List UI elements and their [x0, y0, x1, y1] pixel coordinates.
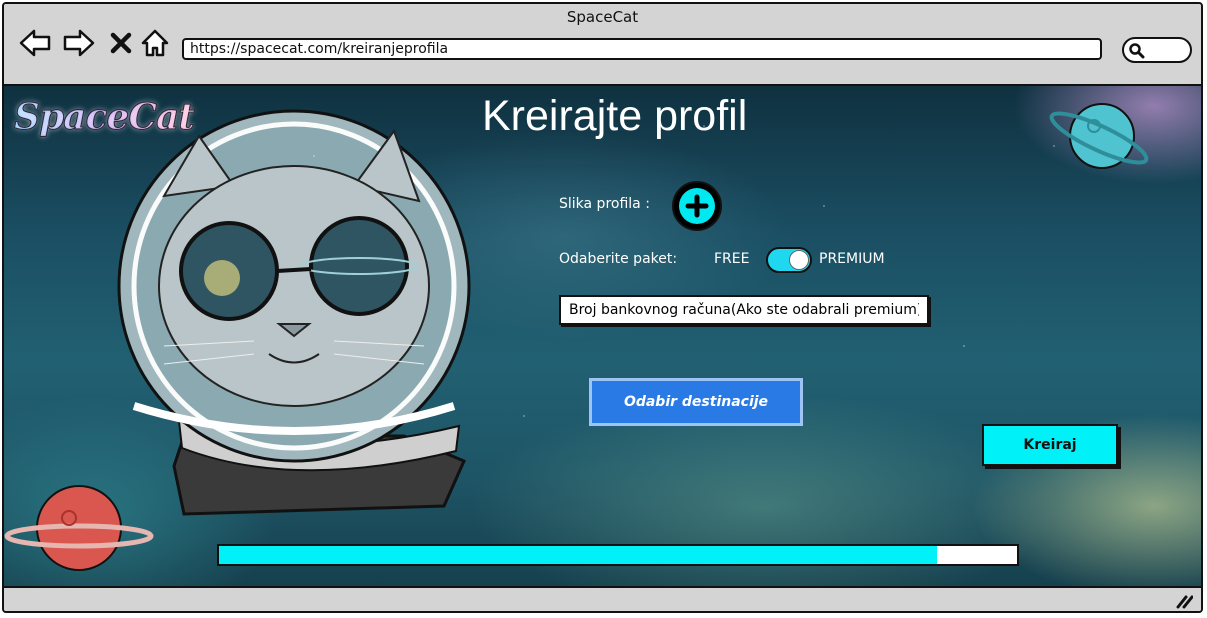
progress-fill: [219, 546, 938, 564]
toggle-knob: [789, 250, 809, 270]
resize-grip-icon[interactable]: [1175, 593, 1193, 609]
search-button[interactable]: [1122, 37, 1192, 63]
planet-decoration: [4, 485, 154, 571]
browser-window: SpaceCat https://spacecat.com/kreiranjep…: [2, 2, 1203, 613]
plus-icon: [685, 194, 709, 218]
package-label: Odaberite paket:: [559, 251, 678, 267]
package-toggle[interactable]: [766, 247, 812, 273]
address-bar[interactable]: [182, 38, 1102, 60]
stop-button[interactable]: [104, 26, 138, 60]
status-bar: [4, 586, 1201, 611]
page-content: SpaceCat Kreirajte profil Slika profila …: [4, 86, 1201, 586]
window-title: SpaceCat: [566, 8, 639, 26]
choose-destination-button[interactable]: Odabir destinacije: [589, 378, 803, 426]
add-photo-button[interactable]: [672, 181, 722, 231]
forward-button[interactable]: [62, 26, 96, 60]
arrow-left-icon: [19, 29, 51, 57]
bank-account-input[interactable]: [559, 295, 929, 325]
back-button[interactable]: [18, 26, 52, 60]
search-icon: [1129, 43, 1145, 59]
browser-toolbar: SpaceCat: [4, 4, 1201, 86]
home-button[interactable]: [138, 26, 172, 60]
create-button[interactable]: Kreiraj: [982, 424, 1118, 466]
package-free-label: FREE: [714, 251, 750, 267]
close-icon: [110, 32, 132, 54]
progress-bar: [217, 544, 1019, 566]
arrow-right-icon: [63, 29, 95, 57]
home-icon: [141, 29, 169, 57]
astronaut-cat-illustration: [117, 109, 471, 516]
package-premium-label: PREMIUM: [819, 251, 885, 267]
planet-decoration: [1049, 103, 1149, 169]
page-title: Kreirajte profil: [482, 92, 748, 140]
photo-label: Slika profila :: [559, 196, 650, 212]
